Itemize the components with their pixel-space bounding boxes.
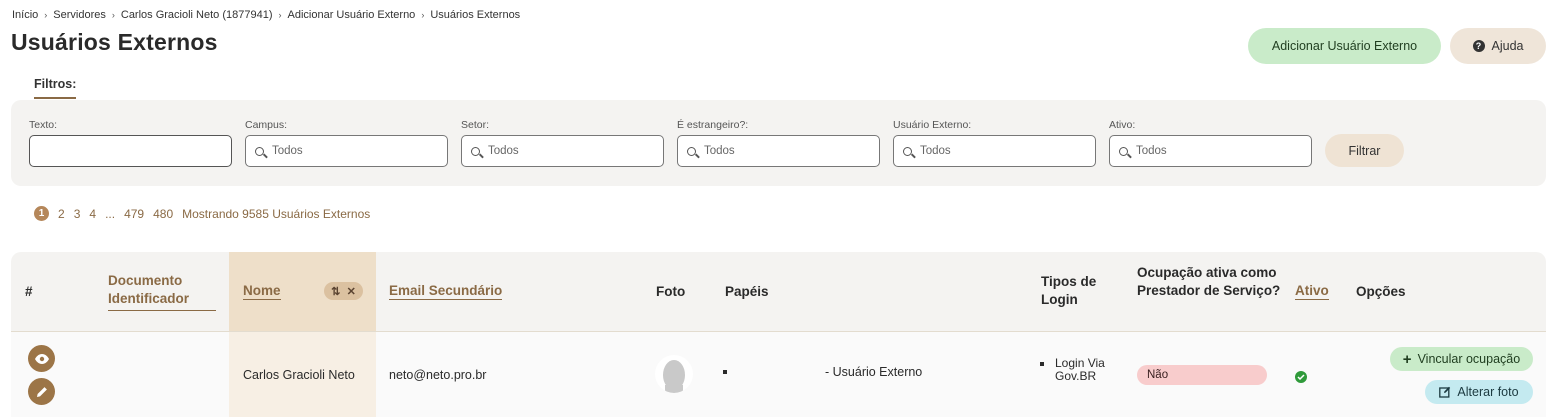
page-link[interactable]: 4: [89, 207, 96, 221]
sort-ascending-icon[interactable]: ⇅: [331, 285, 340, 298]
breadcrumb-current: Usuários Externos: [430, 9, 521, 21]
sort-badge[interactable]: ⇅ ✕: [324, 282, 363, 300]
header-email-label: Email Secundário: [389, 283, 503, 300]
pencil-icon: [36, 386, 47, 397]
breadcrumb-separator-icon: ›: [44, 10, 48, 20]
header-ocupacao: Ocupação ativa como Prestador de Serviço…: [1137, 265, 1281, 298]
page-link[interactable]: 2: [58, 207, 65, 221]
search-icon: [903, 146, 912, 156]
filter-usuario-externo: Usuário Externo: Todos: [893, 119, 1096, 167]
header-ativo[interactable]: Ativo: [1295, 282, 1329, 300]
search-icon: [471, 146, 480, 156]
eye-icon: [34, 353, 49, 364]
search-icon: [687, 146, 696, 156]
alterar-foto-label: Alterar foto: [1457, 385, 1519, 399]
bullet-icon: [723, 370, 727, 374]
breadcrumb-separator-icon: ›: [111, 10, 115, 20]
setor-value: Todos: [488, 145, 519, 157]
help-button-label: Ajuda: [1491, 39, 1524, 53]
table-header: # Documento Identificador Nome ⇅ ✕ Email…: [11, 252, 1546, 332]
filter-estrangeiro: É estrangeiro?: Todos: [677, 119, 880, 167]
header-hash: #: [25, 284, 33, 299]
estrangeiro-value: Todos: [704, 145, 735, 157]
ativo-select[interactable]: Todos: [1109, 135, 1312, 167]
texto-input[interactable]: [29, 135, 232, 167]
filter-texto-label: Texto:: [29, 119, 58, 131]
filter-setor-label: Setor:: [461, 119, 490, 131]
breadcrumb-inicio[interactable]: Início: [12, 9, 38, 21]
users-table: # Documento Identificador Nome ⇅ ✕ Email…: [11, 252, 1546, 417]
breadcrumb-separator-icon: ›: [278, 10, 282, 20]
alterar-foto-button[interactable]: Alterar foto: [1425, 380, 1533, 404]
plus-icon: +: [1402, 350, 1412, 368]
header-nome-label: Nome: [243, 283, 281, 300]
page-link[interactable]: 479: [124, 207, 144, 221]
status-badge: Não: [1137, 365, 1267, 385]
campus-value: Todos: [272, 145, 303, 157]
result-count: Mostrando 9585 Usuários Externos: [182, 206, 371, 221]
filter-campus-label: Campus:: [245, 119, 288, 131]
header-tipos-login: Tipos de Login: [1041, 274, 1097, 307]
filter-campus: Campus: Todos: [245, 119, 448, 167]
search-icon: [1119, 146, 1128, 156]
tab-filtros[interactable]: Filtros:: [34, 77, 77, 99]
header-documento[interactable]: Documento Identificador: [108, 272, 216, 311]
header-foto: Foto: [656, 284, 686, 299]
pagination: 1 2 3 4 ... 479 480 Mostrando 9585 Usuár…: [34, 206, 370, 221]
page-link[interactable]: 3: [74, 207, 81, 221]
cell-tipo-login: Login Via Gov.BR: [1055, 356, 1105, 383]
page-ellipsis: ...: [105, 206, 116, 221]
view-button[interactable]: [28, 345, 55, 372]
page-link[interactable]: 480: [153, 207, 173, 221]
breadcrumb-servidor[interactable]: Carlos Gracioli Neto (1877941): [121, 9, 273, 21]
filter-ativo-label: Ativo:: [1109, 119, 1136, 131]
page-title: Usuários Externos: [11, 29, 218, 55]
vincular-ocupacao-button[interactable]: + Vincular ocupação: [1390, 347, 1533, 371]
search-icon: [255, 146, 264, 156]
usuario-externo-select[interactable]: Todos: [893, 135, 1096, 167]
filter-setor: Setor: Todos: [461, 119, 664, 167]
cell-email: neto@neto.pro.br: [389, 368, 487, 382]
header-nome[interactable]: Nome: [243, 282, 281, 300]
vincular-ocupacao-label: Vincular ocupação: [1417, 352, 1521, 366]
estrangeiro-select[interactable]: Todos: [677, 135, 880, 167]
help-button[interactable]: ? Ajuda: [1450, 28, 1546, 64]
filter-texto: Texto:: [29, 119, 232, 167]
setor-select[interactable]: Todos: [461, 135, 664, 167]
breadcrumb-servidores[interactable]: Servidores: [53, 9, 106, 21]
header-opcoes: Opções: [1356, 284, 1406, 299]
add-external-user-button[interactable]: Adicionar Usuário Externo: [1248, 28, 1441, 64]
breadcrumb-separator-icon: ›: [421, 10, 425, 20]
page-current: 1: [34, 206, 49, 221]
cell-nome: Carlos Gracioli Neto: [243, 368, 355, 382]
filter-panel: Texto: Campus: Todos Setor: Todos É estr…: [11, 100, 1546, 186]
edit-button[interactable]: [28, 378, 55, 405]
breadcrumb: Início › Servidores › Carlos Gracioli Ne…: [12, 9, 520, 21]
filter-ativo: Ativo: Todos: [1109, 119, 1312, 167]
header-ativo-label: Ativo: [1295, 283, 1329, 300]
table-row: Carlos Gracioli Neto neto@neto.pro.br - …: [11, 332, 1546, 417]
question-icon: ?: [1472, 40, 1485, 52]
edit-square-icon: [1439, 386, 1451, 398]
breadcrumb-adicionar[interactable]: Adicionar Usuário Externo: [288, 9, 416, 21]
header-email[interactable]: Email Secundário: [389, 282, 503, 300]
user-placeholder-icon: [663, 360, 685, 393]
filter-usuario-externo-label: Usuário Externo:: [893, 119, 972, 131]
bullet-icon: [1040, 362, 1044, 366]
remove-sort-icon[interactable]: ✕: [347, 285, 356, 298]
header-papeis: Papéis: [725, 284, 769, 299]
filter-estrangeiro-label: É estrangeiro?:: [677, 119, 749, 131]
cell-papel: - Usuário Externo: [825, 365, 923, 379]
usuario-externo-value: Todos: [920, 145, 951, 157]
avatar: [655, 355, 693, 393]
filter-button[interactable]: Filtrar: [1325, 134, 1404, 167]
ativo-value: Todos: [1136, 145, 1167, 157]
check-circle-icon: [1295, 371, 1307, 383]
campus-select[interactable]: Todos: [245, 135, 448, 167]
